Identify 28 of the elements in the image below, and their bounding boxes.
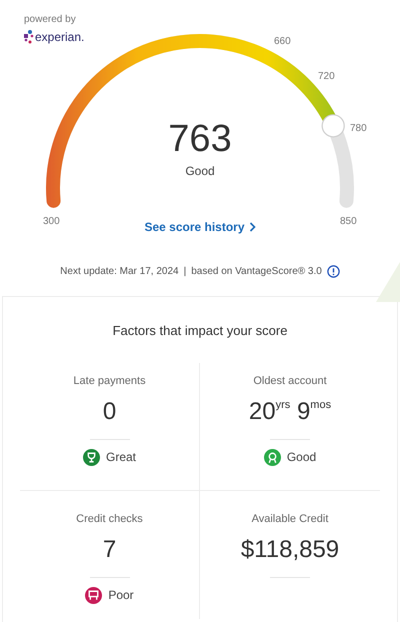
brand-logo-icon (24, 30, 34, 44)
score-history-link[interactable]: See score history (144, 218, 256, 236)
gauge-tick-label: 720 (318, 70, 335, 84)
factor-rating: Good (286, 449, 316, 466)
score-rating: Good (185, 163, 215, 180)
chevron-right-icon (248, 222, 256, 232)
info-icon[interactable] (326, 265, 340, 278)
score-model-text: based on VantageScore® 3.0 (191, 265, 322, 279)
factor-label: Late payments (73, 374, 146, 388)
factor-value: 7 (102, 535, 116, 565)
factor-label: Oldest account (253, 374, 327, 388)
factor-label: Credit checks (76, 512, 143, 526)
factor-value: 0 (102, 397, 116, 427)
gauge-tick-label: 850 (340, 215, 357, 229)
separator-text: | (184, 265, 186, 279)
factor-rating: Poor (108, 587, 134, 604)
factor-label: Available Credit (252, 512, 328, 526)
brand-name: experian. (35, 31, 84, 43)
next-update-text: Next update: Mar 17, 2024 (60, 265, 179, 279)
powered-by-text: powered by (24, 13, 77, 27)
factor-rating: Great (106, 449, 136, 466)
factor-value: $118,859 (240, 535, 340, 565)
gauge-tick-label: 780 (350, 122, 367, 136)
factor-value: 20$^{yrs}$ 9$^{mos}$ (248, 397, 332, 427)
gauge-tick-label: 660 (274, 35, 291, 49)
gauge-tick-label: 300 (43, 215, 60, 229)
score-value: 763 (168, 120, 232, 158)
factors-title: Factors that impact your score (112, 322, 288, 340)
